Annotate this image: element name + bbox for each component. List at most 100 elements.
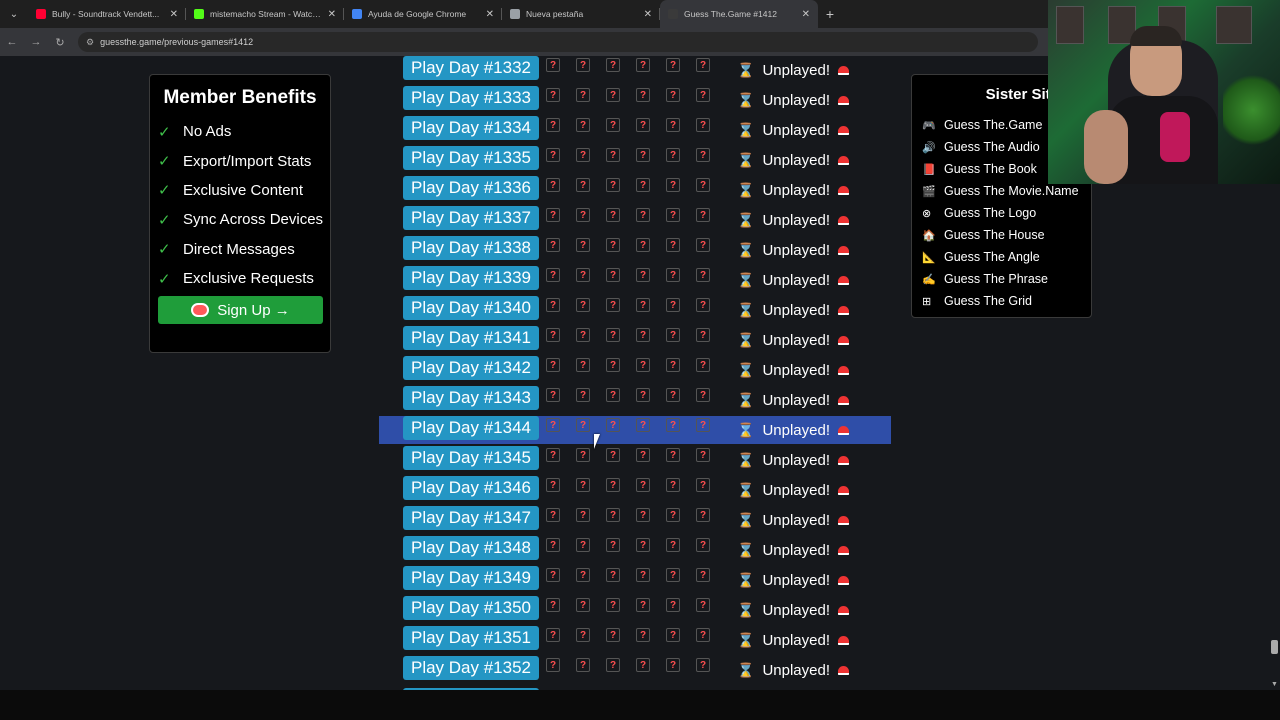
status-label: Unplayed! bbox=[762, 181, 830, 199]
unknown-guess-icon: ? bbox=[576, 568, 590, 582]
chrome-icon bbox=[510, 9, 520, 19]
hourglass-icon: ⌛ bbox=[737, 121, 755, 138]
hourglass-icon: ⌛ bbox=[737, 91, 755, 108]
play-day-button[interactable]: Play Day #1343 bbox=[403, 386, 539, 410]
play-day-button[interactable]: Play Day #1349 bbox=[403, 566, 539, 590]
unknown-guess-icon: ? bbox=[576, 148, 590, 162]
browser-tab[interactable]: Bully - Soundtrack Vendett... ✕ bbox=[28, 0, 186, 28]
reload-icon[interactable]: ↻ bbox=[48, 36, 72, 49]
address-bar[interactable]: ⚙ guessthe.game/previous-games#1412 bbox=[78, 32, 1038, 52]
browser-tab[interactable]: Guess The.Game #1412 ✕ bbox=[660, 0, 818, 28]
game-status: ⌛ Unplayed! bbox=[737, 388, 849, 412]
play-day-button[interactable]: Play Day #1344 bbox=[403, 416, 539, 440]
unknown-guess-icon: ? bbox=[696, 118, 710, 132]
unknown-guess-icon: ? bbox=[606, 268, 620, 282]
site-info-icon[interactable]: ⚙ bbox=[86, 37, 94, 48]
unknown-guess-icon: ? bbox=[576, 478, 590, 492]
close-tab-icon[interactable]: ✕ bbox=[170, 9, 178, 20]
play-day-button[interactable]: Play Day #1348 bbox=[403, 536, 539, 560]
unknown-guess-icon: ? bbox=[576, 658, 590, 672]
browser-tab[interactable]: Ayuda de Google Chrome ✕ bbox=[344, 0, 502, 28]
status-label: Unplayed! bbox=[762, 631, 830, 649]
unknown-guess-icon: ? bbox=[576, 538, 590, 552]
play-day-button[interactable]: Play Day #1352 bbox=[403, 656, 539, 680]
play-day-button[interactable]: Play Day #1350 bbox=[403, 596, 539, 620]
unknown-guess-icon: ? bbox=[636, 298, 650, 312]
play-day-button[interactable]: Play Day #1346 bbox=[403, 476, 539, 500]
status-label: Unplayed! bbox=[762, 211, 830, 229]
play-day-button[interactable]: Play Day #1341 bbox=[403, 326, 539, 350]
play-day-button[interactable]: Play Day #1332 bbox=[403, 56, 539, 80]
sister-site-link[interactable]: 🏠 Guess The House bbox=[912, 224, 1091, 246]
scrollbar-thumb[interactable] bbox=[1271, 640, 1278, 654]
unknown-guess-icon: ? bbox=[546, 118, 560, 132]
game-status: ⌛ Unplayed! bbox=[737, 658, 849, 682]
sister-site-link[interactable]: ⊞ Guess The Grid bbox=[912, 290, 1091, 312]
play-day-button[interactable]: Play Day #1351 bbox=[403, 626, 539, 650]
unknown-guess-icon: ? bbox=[606, 208, 620, 222]
new-tab-button[interactable]: + bbox=[818, 6, 842, 22]
unknown-guess-icon: ? bbox=[666, 508, 680, 522]
sister-site-link[interactable]: ✍ Guess The Phrase bbox=[912, 268, 1091, 290]
unknown-guess-icon: ? bbox=[696, 658, 710, 672]
unknown-guess-icon: ? bbox=[606, 328, 620, 342]
play-day-button[interactable]: Play Day #1347 bbox=[403, 506, 539, 530]
unknown-guess-icon: ? bbox=[666, 358, 680, 372]
status-label: Unplayed! bbox=[762, 151, 830, 169]
unknown-guess-icon: ? bbox=[666, 658, 680, 672]
play-day-button[interactable]: Play Day #1345 bbox=[403, 446, 539, 470]
sister-site-link[interactable]: ⊗ Guess The Logo bbox=[912, 202, 1091, 224]
unknown-guess-icon: ? bbox=[546, 238, 560, 252]
play-day-button[interactable]: Play Day #1333 bbox=[403, 86, 539, 110]
play-day-button[interactable]: Play Day #1340 bbox=[403, 296, 539, 320]
sister-site-label: Guess The Movie.Name bbox=[944, 184, 1079, 198]
play-day-button[interactable]: Play Day #1339 bbox=[403, 266, 539, 290]
unknown-guess-icon: ? bbox=[666, 208, 680, 222]
unknown-guess-icon: ? bbox=[636, 358, 650, 372]
game-status: ⌛ Unplayed! bbox=[737, 208, 849, 232]
unknown-guess-icon: ? bbox=[666, 388, 680, 402]
scroll-down-icon[interactable]: ▼ bbox=[1271, 681, 1278, 688]
game-status: ⌛ Unplayed! bbox=[737, 628, 849, 652]
game-row: Play Day #1343?????? ⌛ Unplayed! bbox=[379, 386, 891, 414]
status-label: Unplayed! bbox=[762, 361, 830, 379]
google-icon bbox=[352, 9, 362, 19]
play-day-button[interactable]: Play Day #1336 bbox=[403, 176, 539, 200]
sister-site-link[interactable]: 📐 Guess The Angle bbox=[912, 246, 1091, 268]
unknown-guess-icon: ? bbox=[576, 508, 590, 522]
close-tab-icon[interactable]: ✕ bbox=[644, 9, 652, 20]
browser-tab[interactable]: mistemacho Stream - Watch Li... ✕ bbox=[186, 0, 344, 28]
game-row: Play Day #1348?????? ⌛ Unplayed! bbox=[379, 536, 891, 564]
browser-tab[interactable]: Nueva pestaña ✕ bbox=[502, 0, 660, 28]
unknown-guess-icon: ? bbox=[696, 178, 710, 192]
play-day-button[interactable]: Play Day #1337 bbox=[403, 206, 539, 230]
game-status: ⌛ Unplayed! bbox=[737, 238, 849, 262]
siren-icon bbox=[837, 215, 849, 225]
siren-icon bbox=[837, 635, 849, 645]
play-day-button[interactable]: Play Day #1334 bbox=[403, 116, 539, 140]
forward-icon[interactable]: → bbox=[24, 36, 48, 48]
back-icon[interactable]: ← bbox=[0, 36, 24, 48]
unknown-guess-icon: ? bbox=[636, 538, 650, 552]
sign-up-button[interactable]: Sign Up → bbox=[158, 296, 323, 324]
hourglass-icon: ⌛ bbox=[737, 421, 755, 438]
game-status: ⌛ Unplayed! bbox=[737, 328, 849, 352]
close-tab-icon[interactable]: ✕ bbox=[802, 9, 810, 20]
hourglass-icon: ⌛ bbox=[737, 661, 755, 678]
unknown-guess-icon: ? bbox=[636, 208, 650, 222]
game-status: ⌛ Unplayed! bbox=[737, 358, 849, 382]
play-day-button[interactable]: Play Day #1335 bbox=[403, 146, 539, 170]
unknown-guess-icon: ? bbox=[546, 268, 560, 282]
play-day-button[interactable]: Play Day #1342 bbox=[403, 356, 539, 380]
unknown-guess-icon: ? bbox=[546, 148, 560, 162]
unknown-guess-icon: ? bbox=[606, 508, 620, 522]
game-row: Play Day #1339?????? ⌛ Unplayed! bbox=[379, 266, 891, 294]
tab-search-icon[interactable]: ⌄ bbox=[0, 0, 28, 28]
close-tab-icon[interactable]: ✕ bbox=[486, 9, 494, 20]
unknown-guess-icon: ? bbox=[696, 538, 710, 552]
unknown-guess-icon: ? bbox=[696, 628, 710, 642]
play-day-button[interactable]: Play Day #1338 bbox=[403, 236, 539, 260]
unknown-guess-icon: ? bbox=[696, 418, 710, 432]
close-tab-icon[interactable]: ✕ bbox=[328, 9, 336, 20]
unknown-guess-icon: ? bbox=[636, 328, 650, 342]
